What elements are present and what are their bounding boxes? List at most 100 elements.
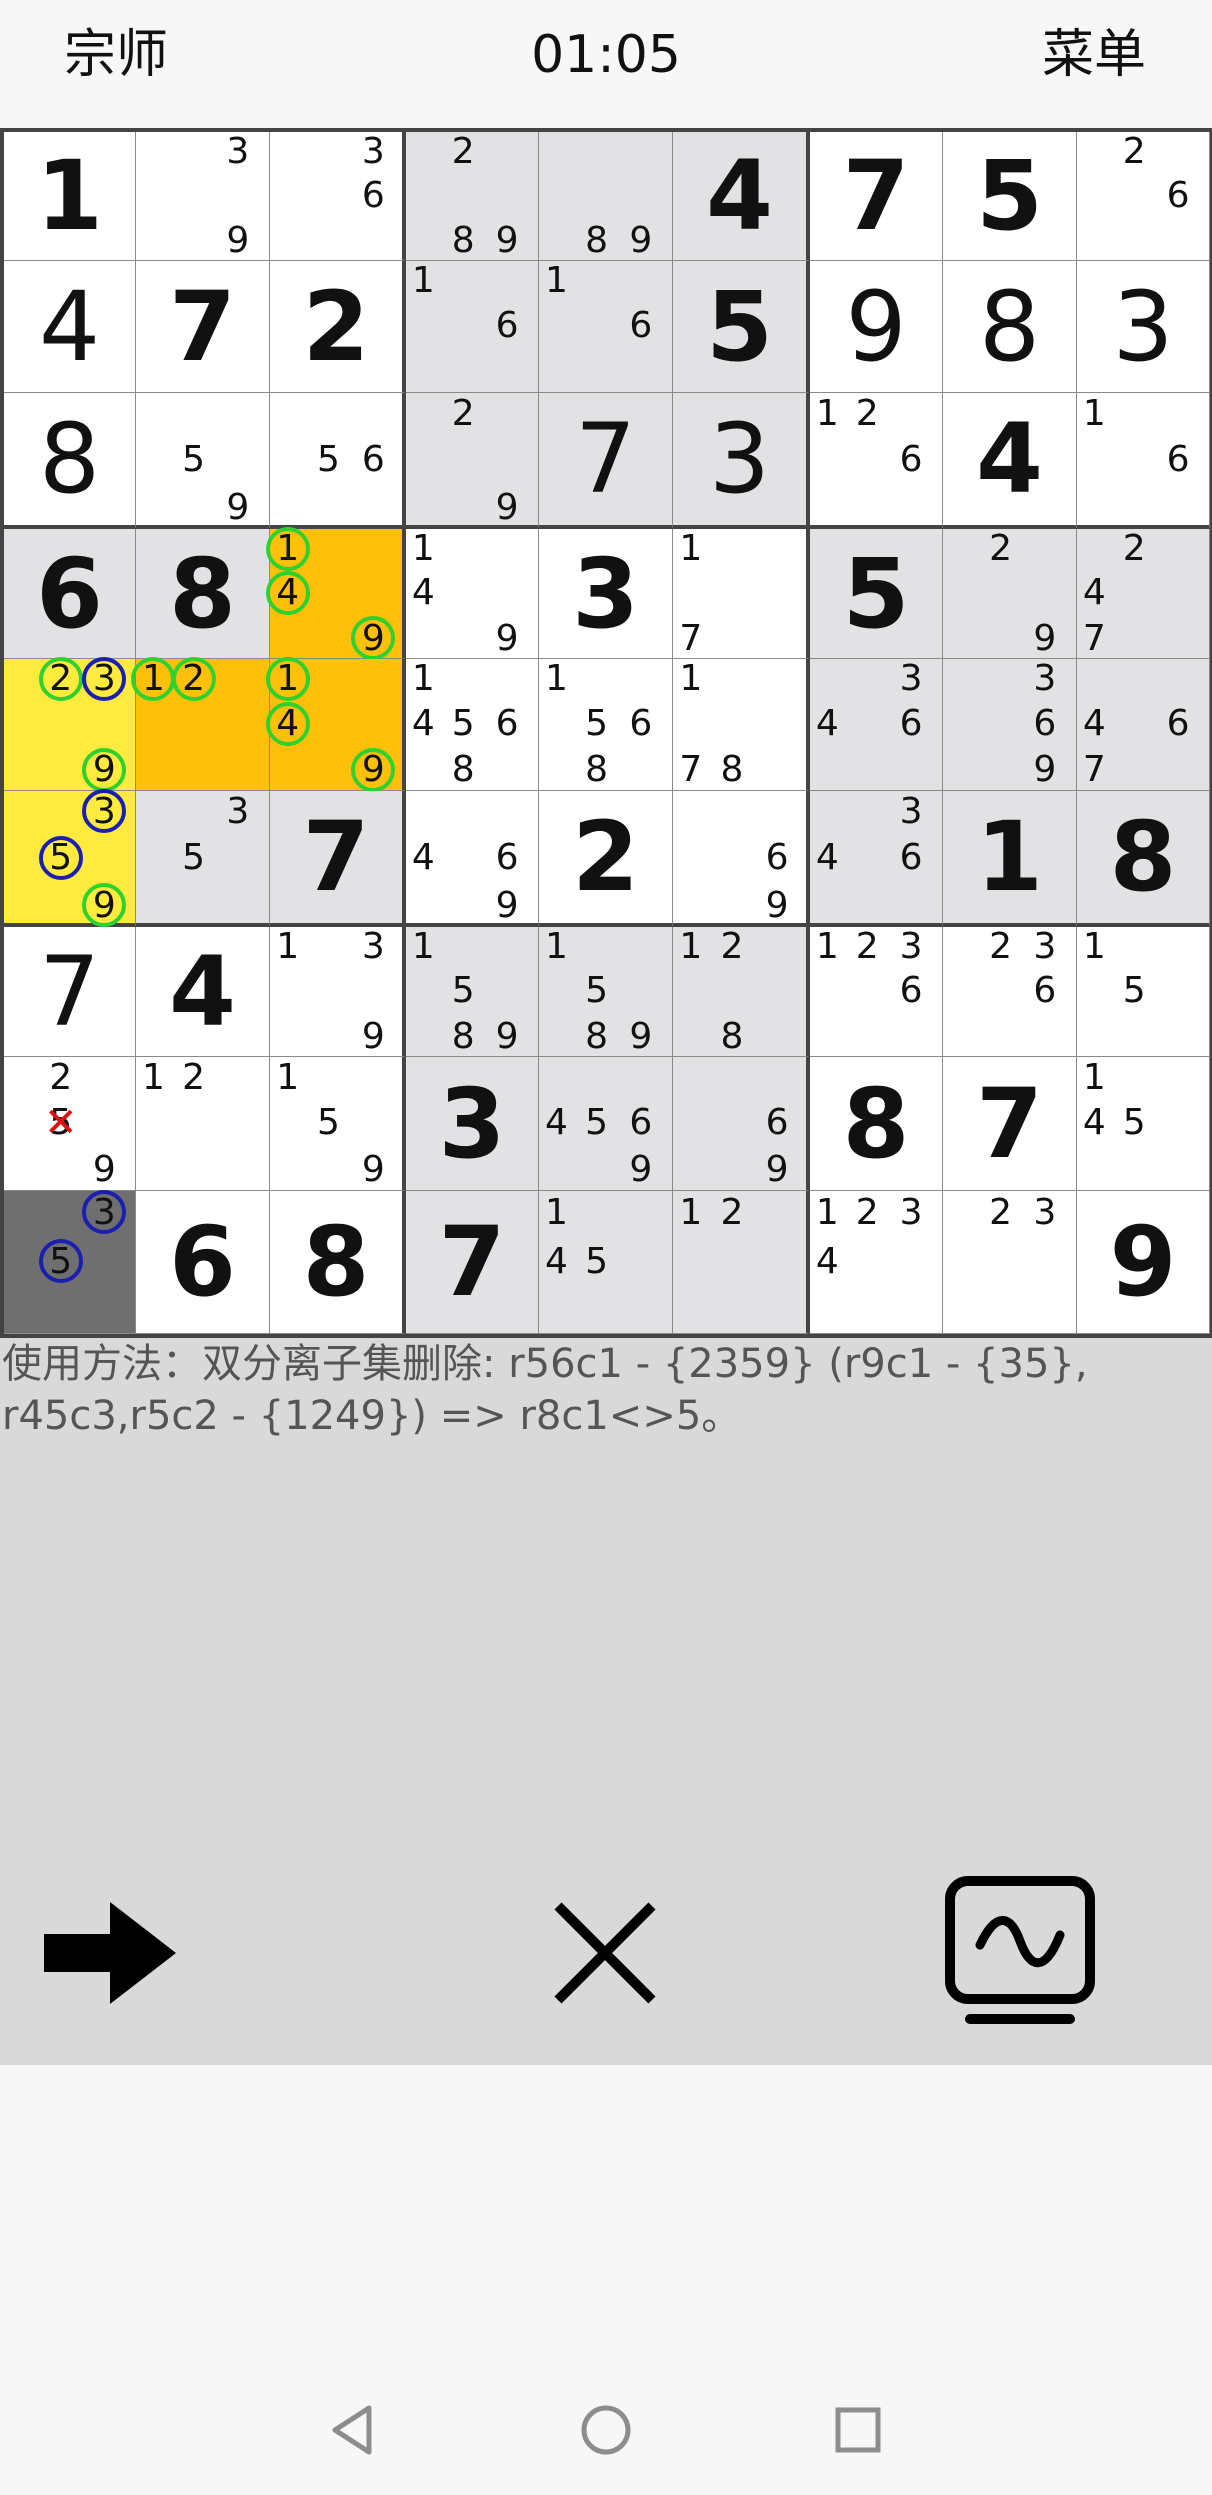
cell-r3c1[interactable]: 8 [4, 393, 136, 529]
cell-r7c2[interactable]: 4 [136, 927, 270, 1057]
cell-r2c4[interactable]: 16 [406, 260, 539, 393]
cell-r3c4[interactable]: 29 [406, 393, 539, 529]
candidate-6: 6 [899, 837, 923, 879]
candidate-3: 3 [1033, 658, 1057, 700]
cell-r7c8[interactable]: 236 [943, 926, 1077, 1057]
cell-r6c1[interactable]: 359 [4, 789, 136, 928]
cell-r9c4[interactable]: 7 [406, 1191, 539, 1334]
cell-r8c8[interactable]: 7 [943, 1057, 1077, 1191]
candidate-1: 1 [815, 1191, 839, 1233]
cell-r3c7[interactable]: 126 [810, 393, 943, 529]
cell-r2c1[interactable]: 4 [4, 261, 136, 393]
cell-r2c8[interactable]: 8 [943, 261, 1077, 393]
cell-r8c9[interactable]: 145 [1077, 1057, 1210, 1191]
candidate-8: 8 [451, 1015, 475, 1057]
cell-r8c3[interactable]: 159 [270, 1057, 406, 1191]
nav-recent-button[interactable] [823, 2395, 893, 2465]
cell-r1c3[interactable]: 36 [270, 131, 406, 261]
cell-r2c9[interactable]: 3 [1077, 261, 1210, 393]
cell-r1c2[interactable]: 39 [136, 131, 270, 261]
candidate-6: 6 [1166, 703, 1190, 745]
cell-r5c6[interactable]: 1 78 [673, 658, 810, 791]
cell-r9c8[interactable]: 23 [943, 1191, 1077, 1334]
display-mode-button[interactable] [940, 1873, 1100, 2033]
cell-r2c2[interactable]: 7 [136, 261, 270, 393]
cell-r7c1[interactable]: 7 [4, 927, 136, 1057]
cell-r8c1[interactable]: 2 5 ✕ 9 [4, 1057, 136, 1191]
cell-r4c5[interactable]: 3 [539, 529, 673, 659]
cell-r5c8[interactable]: 369 [943, 658, 1077, 791]
cell-r1c7[interactable]: 7 [810, 132, 943, 261]
cell-r1c9[interactable]: 26 [1077, 131, 1210, 261]
cell-r2c3[interactable]: 2 [270, 261, 406, 393]
cell-value: 7 [302, 801, 370, 913]
cell-r8c4[interactable]: 3 [406, 1057, 539, 1191]
cell-r9c9[interactable]: 9 [1077, 1191, 1210, 1334]
cell-r6c9[interactable]: 8 [1077, 791, 1210, 927]
cell-r1c8[interactable]: 5 [943, 132, 1077, 261]
cell-r5c7[interactable]: 3 4 6 [810, 658, 943, 791]
menu-button[interactable]: 菜单 [1042, 20, 1146, 90]
cell-r8c7[interactable]: 8 [810, 1057, 943, 1191]
cell-r5c3[interactable]: 149 [265, 656, 406, 792]
cell-value: 8 [1109, 801, 1177, 913]
candidate-1: 1 [679, 528, 703, 569]
cell-r1c1[interactable]: 1 [4, 132, 136, 261]
cell-r3c6[interactable]: 3 [673, 393, 810, 529]
cell-r6c4[interactable]: 4 6 9 [406, 791, 539, 927]
cell-r6c8[interactable]: 1 [943, 791, 1077, 927]
cell-r5c2[interactable]: 12 [131, 656, 270, 791]
cell-r9c6[interactable]: 12 [673, 1191, 810, 1334]
cell-r3c2[interactable]: 59 [136, 393, 270, 529]
cell-r5c1[interactable]: 23 9 [4, 656, 136, 792]
cell-r4c6[interactable]: 17 [673, 528, 810, 659]
cell-r1c5[interactable]: 89 [539, 132, 673, 261]
cell-r4c4[interactable]: 14 9 [406, 528, 539, 659]
cell-r7c9[interactable]: 15 [1077, 926, 1210, 1057]
cell-r9c5[interactable]: 1 45 [539, 1191, 673, 1334]
next-step-button[interactable] [30, 1873, 190, 2033]
cell-r4c3[interactable]: 149 [265, 526, 406, 661]
cell-r1c4[interactable]: 2 89 [406, 131, 539, 261]
cell-r4c9[interactable]: 247 [1077, 528, 1210, 659]
cell-r6c6[interactable]: 69 [673, 791, 810, 927]
cell-r5c5[interactable]: 1568 [539, 658, 673, 791]
cell-r4c1[interactable]: 6 [4, 529, 136, 659]
cell-r3c5[interactable]: 7 [539, 393, 673, 529]
nav-home-button[interactable] [571, 2395, 641, 2465]
cell-r9c3[interactable]: 8 [270, 1191, 406, 1334]
cell-r5c9[interactable]: 4 6 7 [1077, 659, 1210, 791]
cell-r2c6[interactable]: 5 [673, 261, 810, 393]
cell-r8c5[interactable]: 456 9 [539, 1057, 673, 1191]
cell-r3c9[interactable]: 16 [1077, 393, 1210, 529]
cell-r9c2[interactable]: 6 [136, 1191, 270, 1334]
cell-r7c3[interactable]: 1 3 9 [270, 926, 406, 1057]
candidate-8: 8 [585, 219, 609, 261]
cell-r6c2[interactable]: 35 [136, 791, 270, 927]
cell-r6c7[interactable]: 3 4 6 [810, 791, 943, 927]
candidate-5: 5 [317, 1102, 340, 1144]
cell-value: 3 [572, 537, 639, 650]
cell-r5c4[interactable]: 14568 [406, 658, 539, 791]
cell-r6c5[interactable]: 2 [539, 791, 673, 927]
cell-r9c1[interactable]: 35 [4, 1190, 136, 1334]
cell-r1c6[interactable]: 4 [673, 132, 810, 261]
cell-r4c8[interactable]: 29 [943, 528, 1077, 659]
cell-r9c7[interactable]: 123 4 [810, 1191, 943, 1334]
cell-r6c3[interactable]: 7 [270, 791, 406, 927]
cell-r7c6[interactable]: 12 8 [673, 926, 810, 1057]
cell-r3c8[interactable]: 4 [943, 393, 1077, 529]
cell-r7c5[interactable]: 1589 [539, 926, 673, 1057]
cell-r8c2[interactable]: 12 [136, 1057, 270, 1191]
cell-r8c6[interactable]: 69 [673, 1057, 810, 1191]
cell-r2c7[interactable]: 9 [810, 261, 943, 393]
cell-r3c3[interactable]: 56 [270, 393, 406, 529]
cell-r4c2[interactable]: 8 [136, 529, 270, 659]
nav-back-button[interactable] [318, 2395, 388, 2465]
cell-r7c4[interactable]: 1589 [406, 926, 539, 1057]
cell-r7c7[interactable]: 1236 [810, 926, 943, 1057]
close-hint-button[interactable] [525, 1873, 685, 2033]
cell-value: 7 [574, 403, 637, 515]
cell-r4c7[interactable]: 5 [810, 529, 943, 659]
cell-r2c5[interactable]: 16 [539, 260, 673, 393]
